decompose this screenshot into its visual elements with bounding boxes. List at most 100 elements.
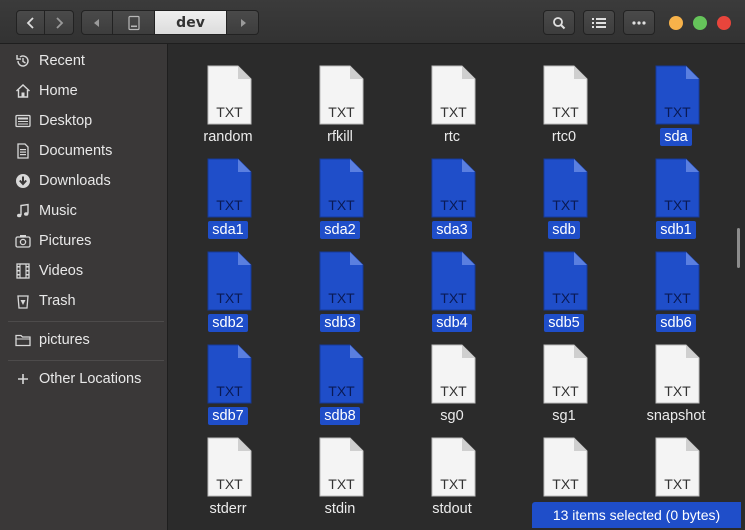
file-item[interactable]: TXT sg1: [508, 342, 620, 435]
close-button[interactable]: [717, 16, 731, 30]
sidebar-item-downloads[interactable]: Downloads: [0, 166, 168, 196]
text-file-icon: TXT: [318, 65, 364, 125]
file-item[interactable]: TXT sdb8: [284, 342, 396, 435]
sidebar-item-label: Trash: [39, 293, 76, 309]
sidebar-item-desktop[interactable]: Desktop: [0, 106, 168, 136]
film-icon: [14, 262, 32, 280]
sidebar-item-label: Desktop: [39, 113, 93, 129]
file-name-text: rfkill: [327, 129, 353, 145]
file-item[interactable]: TXT sdb: [508, 156, 620, 249]
sidebar-item-label: Videos: [39, 263, 84, 279]
path-segment-current[interactable]: dev: [155, 10, 227, 35]
sidebar-item-music[interactable]: Music: [0, 196, 168, 226]
text-file-icon: TXT: [318, 437, 364, 497]
svg-text:TXT: TXT: [328, 383, 355, 399]
file-item[interactable]: TXT rtc: [396, 63, 508, 156]
sidebar-item-pictures[interactable]: Pictures: [0, 226, 168, 256]
more-menu-button[interactable]: [623, 10, 655, 35]
file-item[interactable]: TXT stderr: [172, 435, 284, 528]
sidebar-separator: [8, 360, 164, 361]
svg-text:TXT: TXT: [440, 476, 467, 492]
file-item[interactable]: TXT stdout: [396, 435, 508, 528]
sidebar-item-documents[interactable]: Documents: [0, 136, 168, 166]
file-name-text: sdb: [548, 221, 580, 239]
music-icon: [14, 202, 32, 220]
file-name: rtc0: [508, 128, 620, 146]
search-icon: [553, 16, 566, 29]
file-item[interactable]: TXT stdin: [284, 435, 396, 528]
file-name: sdb: [508, 221, 620, 239]
back-button[interactable]: [16, 10, 45, 35]
minimize-button[interactable]: [669, 16, 683, 30]
maximize-button[interactable]: [693, 16, 707, 30]
file-item[interactable]: TXT random: [172, 63, 284, 156]
clock-icon: [14, 52, 32, 70]
file-item[interactable]: TXT sdb2: [172, 249, 284, 342]
nav-buttons: [16, 10, 74, 35]
file-name-text: sda: [660, 128, 692, 146]
file-name-text: sda2: [320, 221, 360, 239]
path-scroll-left-button[interactable]: [81, 10, 113, 35]
text-file-icon: TXT: [430, 65, 476, 125]
file-item[interactable]: TXT rfkill: [284, 63, 396, 156]
sidebar-item-label: Downloads: [39, 173, 111, 189]
view-toggle-button[interactable]: [583, 10, 615, 35]
download-icon: [14, 172, 32, 190]
file-item[interactable]: TXT sdb7: [172, 342, 284, 435]
text-file-icon: TXT: [318, 251, 364, 311]
sidebar-item-label: Recent: [39, 53, 85, 69]
sidebar-item-label: Pictures: [39, 233, 92, 249]
sidebar-item-other-locations[interactable]: Other Locations: [0, 364, 168, 394]
header-bar: dev: [0, 0, 745, 44]
file-item[interactable]: TXT sdb5: [508, 249, 620, 342]
file-name-text: sdb1: [656, 221, 696, 239]
file-item[interactable]: TXT sda2: [284, 156, 396, 249]
svg-text:TXT: TXT: [664, 383, 691, 399]
list-view-icon: [592, 17, 606, 28]
svg-text:TXT: TXT: [664, 476, 691, 492]
file-name: sdb7: [172, 407, 284, 425]
file-name-text: rtc0: [551, 129, 577, 145]
path-scroll-right-button[interactable]: [227, 10, 259, 35]
file-item[interactable]: TXT sda: [620, 63, 732, 156]
forward-button[interactable]: [45, 10, 74, 35]
file-item[interactable]: TXT sda1: [172, 156, 284, 249]
text-file-icon: TXT: [542, 158, 588, 218]
file-name-text: stdout: [432, 501, 472, 517]
file-name: random: [172, 128, 284, 146]
sidebar-item-trash[interactable]: Trash: [0, 286, 168, 316]
text-file-icon: TXT: [206, 251, 252, 311]
sidebar-item-recent[interactable]: Recent: [0, 46, 168, 76]
text-file-icon: TXT: [654, 158, 700, 218]
path-segment-drive[interactable]: [113, 10, 155, 35]
file-name: sdb2: [172, 314, 284, 332]
triangle-right-icon: [240, 18, 246, 27]
file-name-text: sdb7: [208, 407, 248, 425]
file-name: sda: [620, 128, 732, 146]
file-item[interactable]: TXT snapshot: [620, 342, 732, 435]
svg-text:TXT: TXT: [216, 383, 243, 399]
scrollbar[interactable]: [737, 228, 740, 268]
text-file-icon: TXT: [318, 158, 364, 218]
sidebar-item-label: pictures: [39, 332, 90, 348]
sidebar-item-videos[interactable]: Videos: [0, 256, 168, 286]
svg-text:TXT: TXT: [552, 104, 579, 120]
file-item[interactable]: TXT sg0: [396, 342, 508, 435]
file-item[interactable]: TXT sdb3: [284, 249, 396, 342]
file-item[interactable]: TXT sdb6: [620, 249, 732, 342]
file-item[interactable]: TXT sdb4: [396, 249, 508, 342]
file-name: sdb8: [284, 407, 396, 425]
text-file-icon: TXT: [206, 344, 252, 404]
svg-text:TXT: TXT: [440, 383, 467, 399]
svg-text:TXT: TXT: [328, 476, 355, 492]
sidebar-item-bookmark-pictures[interactable]: pictures: [0, 325, 168, 355]
file-item[interactable]: TXT sdb1: [620, 156, 732, 249]
search-button[interactable]: [543, 10, 575, 35]
document-icon: [14, 142, 32, 160]
file-item[interactable]: TXT sda3: [396, 156, 508, 249]
sidebar-item-home[interactable]: Home: [0, 76, 168, 106]
home-icon: [14, 82, 32, 100]
drive-icon: [127, 15, 140, 30]
file-name: stdin: [284, 500, 396, 518]
file-item[interactable]: TXT rtc0: [508, 63, 620, 156]
